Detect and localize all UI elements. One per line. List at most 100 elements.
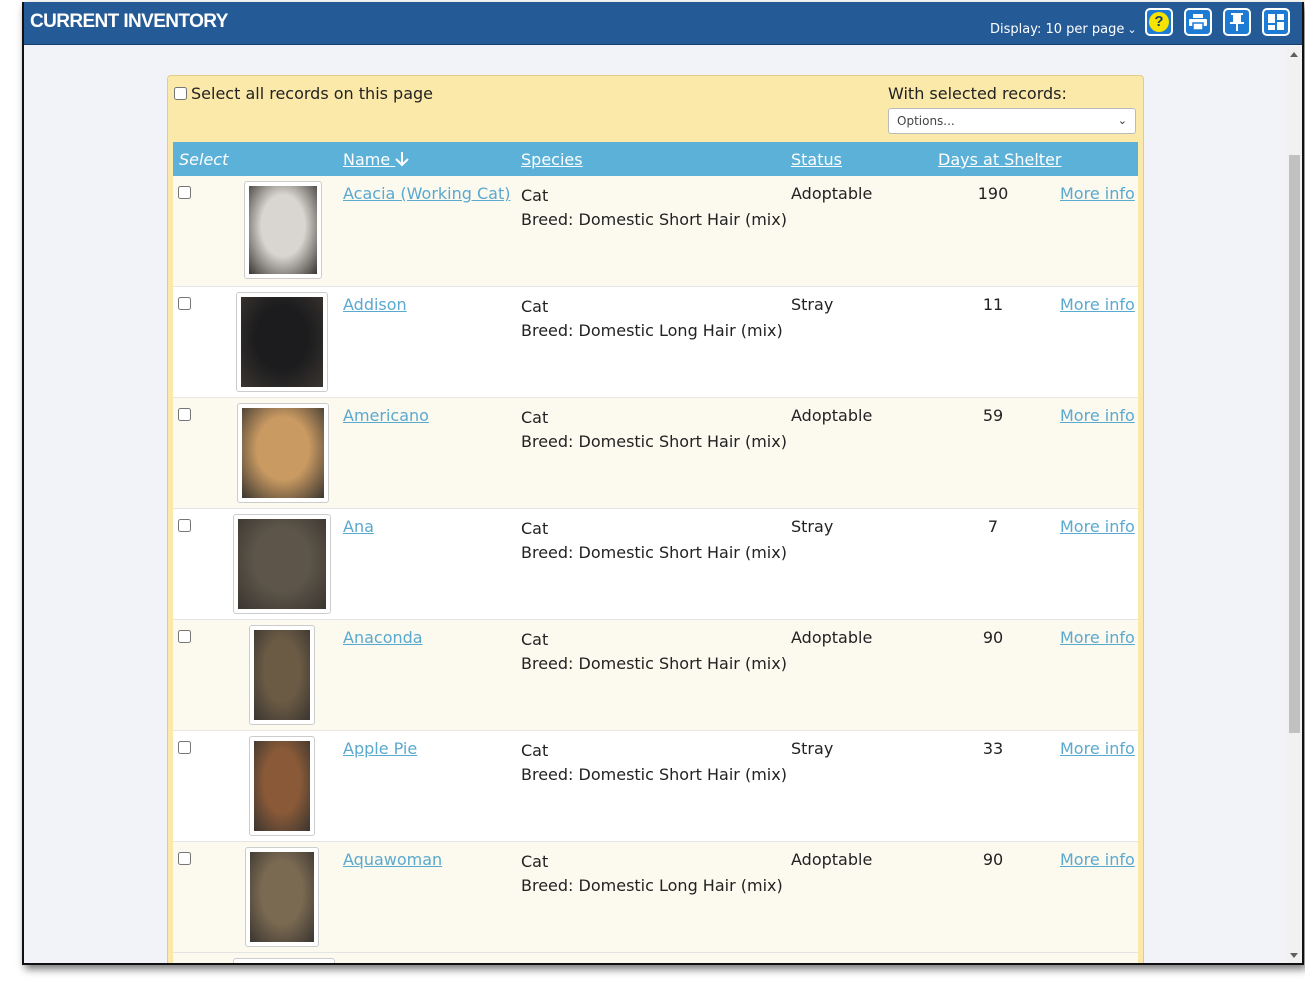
animal-photo[interactable] [244,181,322,279]
animal-name-link[interactable]: Ana [343,517,374,536]
species-cell: Cat Breed: Domestic Short Hair (mix) [521,739,787,787]
row-select-checkbox[interactable] [178,741,191,754]
animal-photo-image [250,852,314,942]
species-text: Cat [521,186,549,205]
days-at-shelter: 7 [987,517,999,536]
animal-name-link[interactable]: Americano [343,406,429,425]
table-row-partial [173,953,1138,963]
animal-photo-image [242,408,324,498]
print-button[interactable] [1184,8,1212,36]
days-at-shelter: 33 [982,739,1004,758]
more-info-link[interactable]: More info [1060,406,1135,425]
table-header: Select Name Species Status Days at Shelt… [173,142,1138,176]
breed-text: Breed: Domestic Short Hair (mix) [521,432,787,451]
help-button[interactable]: ? [1145,8,1173,36]
more-info-link[interactable]: More info [1060,739,1135,758]
breed-text: Breed: Domestic Long Hair (mix) [521,321,783,340]
dashboard-layout-icon [1268,14,1284,30]
animal-name-link[interactable]: Acacia (Working Cat) [343,184,510,203]
animal-photo-image [249,186,317,274]
row-select-checkbox[interactable] [178,408,191,421]
animal-photo[interactable] [245,847,319,947]
inventory-table: Select Name Species Status Days at Shelt… [173,142,1138,963]
animal-name-link[interactable]: Anaconda [343,628,423,647]
row-select-checkbox[interactable] [178,852,191,865]
status-text: Adoptable [791,850,873,869]
pin-button[interactable] [1223,8,1251,36]
animal-photo [233,958,335,963]
more-info-link[interactable]: More info [1060,517,1135,536]
status-text: Stray [791,517,834,536]
chevron-down-icon: ⌄ [1127,23,1137,36]
animal-name-link[interactable]: Addison [343,295,407,314]
animal-name-link[interactable]: Aquawoman [343,850,442,869]
display-per-page-dropdown[interactable]: Display: 10 per page ⌄ [990,22,1137,37]
more-info-link[interactable]: More info [1060,628,1135,647]
help-icon: ? [1149,12,1169,32]
animal-name-link[interactable]: Apple Pie [343,739,417,758]
days-at-shelter: 90 [982,628,1004,647]
inventory-window: CURRENT INVENTORY Display: 10 per page ⌄ … [22,2,1304,965]
animal-photo[interactable] [233,514,331,614]
with-selected-label: With selected records: [888,84,1067,103]
species-cell: Cat Breed: Domestic Long Hair (mix) [521,850,783,898]
status-text: Adoptable [791,406,873,425]
species-cell: Cat Breed: Domestic Short Hair (mix) [521,628,787,676]
species-text: Cat [521,852,549,871]
select-all-checkbox[interactable] [174,87,187,100]
animal-photo[interactable] [249,736,315,836]
status-text: Adoptable [791,184,873,203]
layout-button[interactable] [1262,8,1290,36]
more-info-link[interactable]: More info [1060,184,1135,203]
breed-text: Breed: Domestic Short Hair (mix) [521,210,787,229]
animal-photo[interactable] [237,403,329,503]
more-info-link[interactable]: More info [1060,295,1135,314]
status-text: Stray [791,295,834,314]
column-days-sort[interactable]: Days at Shelter [938,150,1061,169]
select-all-control[interactable]: Select all records on this page [174,84,433,103]
column-select: Select [179,150,229,169]
display-label: Display: 10 per page [990,22,1125,37]
column-status-sort[interactable]: Status [791,150,842,169]
animal-photo[interactable] [249,625,315,725]
breed-text: Breed: Domestic Short Hair (mix) [521,765,787,784]
vertical-scrollbar[interactable] [1286,47,1302,963]
print-icon [1189,14,1207,30]
table-row: Anaconda Cat Breed: Domestic Short Hair … [173,620,1138,731]
row-select-checkbox[interactable] [178,519,191,532]
options-select[interactable]: Options... ⌄ [888,108,1136,134]
scroll-up-arrow-icon[interactable] [1290,52,1298,57]
species-text: Cat [521,630,549,649]
species-cell: Cat Breed: Domestic Long Hair (mix) [521,295,783,343]
column-name-label: Name [343,150,391,169]
scrollbar-thumb[interactable] [1289,155,1300,733]
status-text: Adoptable [791,628,873,647]
page-title: CURRENT INVENTORY [30,11,228,32]
species-text: Cat [521,408,549,427]
animal-photo-image [238,519,326,609]
inventory-panel: Select all records on this page With sel… [167,75,1144,963]
table-row: Apple Pie Cat Breed: Domestic Short Hair… [173,731,1138,842]
animal-photo-image [241,297,323,387]
table-row: Ana Cat Breed: Domestic Short Hair (mix)… [173,509,1138,620]
more-info-link[interactable]: More info [1060,850,1135,869]
select-all-label: Select all records on this page [191,84,434,103]
column-species-sort[interactable]: Species [521,150,583,169]
row-select-checkbox[interactable] [178,630,191,643]
status-text: Stray [791,739,834,758]
animal-photo[interactable] [236,292,328,392]
column-name-sort[interactable]: Name [343,150,410,169]
species-cell: Cat Breed: Domestic Short Hair (mix) [521,184,787,232]
scroll-down-arrow-icon[interactable] [1290,953,1298,958]
row-select-checkbox[interactable] [178,297,191,310]
days-at-shelter: 190 [977,184,1009,203]
species-cell: Cat Breed: Domestic Short Hair (mix) [521,517,787,565]
options-placeholder: Options... [897,114,955,128]
animal-photo-image [254,741,310,831]
animal-photo-image [254,630,310,720]
days-at-shelter: 90 [982,850,1004,869]
sort-down-arrow-icon [395,152,410,167]
species-text: Cat [521,519,549,538]
row-select-checkbox[interactable] [178,186,191,199]
table-row: Americano Cat Breed: Domestic Short Hair… [173,398,1138,509]
